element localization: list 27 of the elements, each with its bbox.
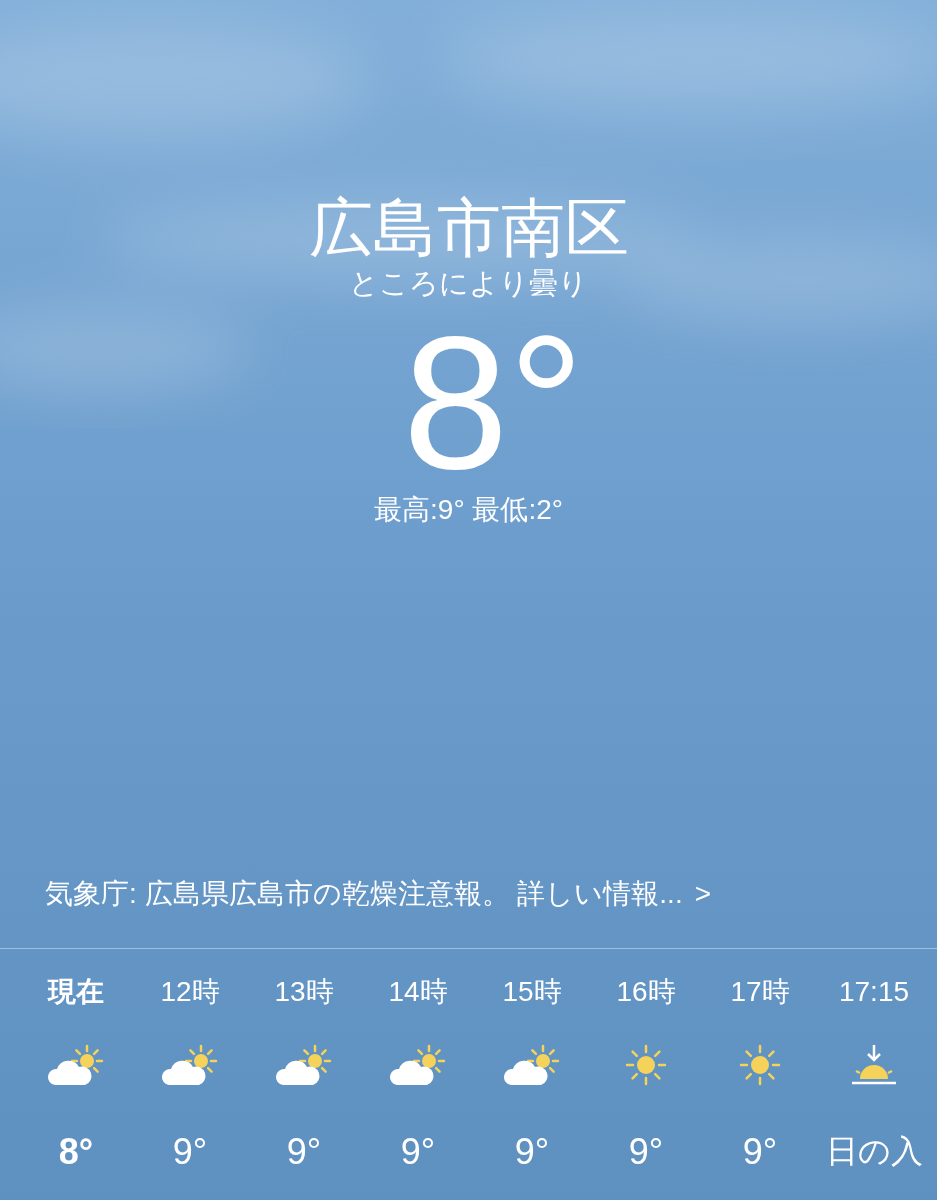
chevron-icon[interactable]: >: [694, 873, 712, 915]
partly-cloudy-icon: [503, 1043, 561, 1087]
hour-temperature: 9°: [172, 1130, 208, 1174]
hour-label: 15時: [502, 975, 562, 1009]
hour-temperature: 9°: [514, 1130, 550, 1174]
hour-temperature: 9°: [400, 1130, 436, 1174]
sun-icon: [624, 1043, 668, 1087]
hour-label: 現在: [48, 975, 104, 1009]
partly-cloudy-icon: [275, 1043, 333, 1087]
partly-cloudy-icon: [161, 1043, 219, 1087]
hour-temperature: 9°: [628, 1130, 664, 1174]
hour-label: 13時: [274, 975, 334, 1009]
hour-temperature: 9°: [742, 1130, 778, 1174]
partly-cloudy-icon: [47, 1043, 105, 1087]
location-name: 広島市南区: [308, 191, 629, 266]
hour-temperature: 日の入: [825, 1132, 923, 1171]
partly-cloudy-icon: [389, 1043, 447, 1087]
hour-label: 17:15: [838, 975, 910, 1009]
sun-icon: [738, 1043, 782, 1087]
condition-text: ところにより曇り: [349, 266, 588, 301]
hour-temperature: 8°: [58, 1130, 94, 1174]
hour-label: 12時: [160, 975, 220, 1009]
hour-label: 17時: [730, 975, 790, 1009]
hour-label: 14時: [388, 975, 448, 1009]
alert-text[interactable]: 気象庁: 広島県広島市の乾燥注意報。 詳しい情報...: [45, 873, 683, 915]
hour-label: 16時: [616, 975, 676, 1009]
hour-temperature: 9°: [286, 1130, 322, 1174]
